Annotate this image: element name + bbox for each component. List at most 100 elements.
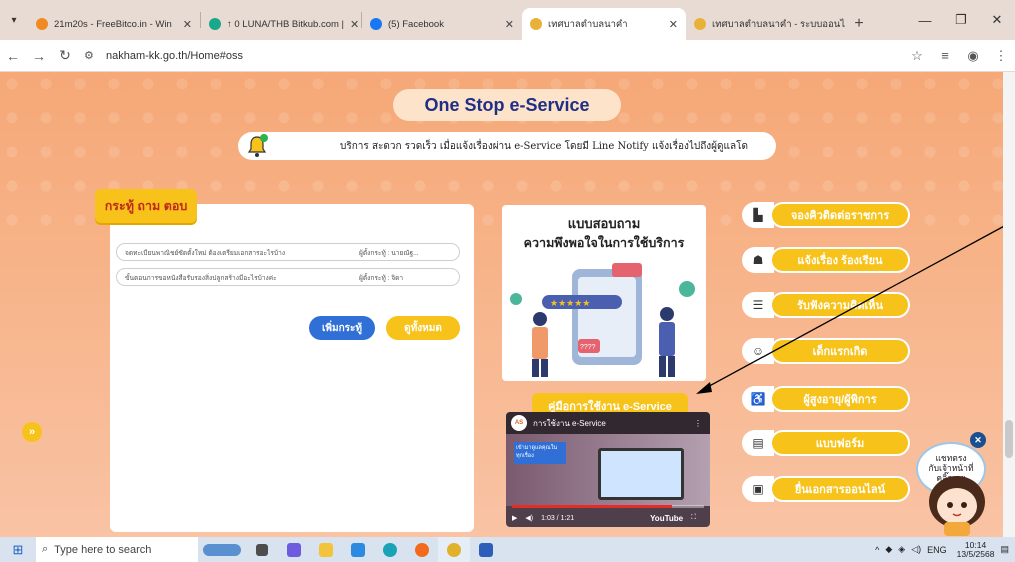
tab-search-menu-icon[interactable]: ▾: [0, 0, 28, 40]
qa-thread-row[interactable]: ขั้นตอนการขอหนังสือรับรองสิ่งปลูกสร้างมี…: [116, 268, 460, 286]
qa-question: จดทะเบียนพาณิชย์ซัดตั้งใหม่ ต้องเตรียมเอ…: [125, 249, 286, 257]
side-menu-arrow-icon[interactable]: »: [22, 422, 42, 442]
new-tab-button[interactable]: +: [846, 8, 872, 40]
service-label: แบบฟอร์ม: [770, 430, 910, 456]
browser-tab-bitkub[interactable]: ↑ 0 LUNA/THB Bitkub.com | ✕: [201, 8, 361, 40]
notice-text: บริการ สะดวก รวดเร็ว เมื่อแจ้งเรื่องผ่าน…: [340, 140, 748, 152]
tab-title: เทศบาลตำบลนาคำ: [548, 18, 628, 30]
chat-close-icon[interactable]: ✕: [970, 432, 986, 448]
copilot-icon[interactable]: [278, 537, 310, 562]
svg-text:★★★★★: ★★★★★: [550, 298, 590, 308]
play-icon[interactable]: ▶: [512, 514, 517, 522]
video-menu-icon[interactable]: ⋮: [694, 419, 702, 428]
qa-thread-row[interactable]: จดทะเบียนพาณิชย์ซัดตั้งใหม่ ต้องเตรียมเอ…: [116, 243, 460, 261]
bookmark-star-icon[interactable]: ☆: [903, 48, 931, 64]
close-tab-icon[interactable]: ✕: [845, 18, 846, 31]
video-progress-bar[interactable]: [512, 505, 704, 508]
add-thread-button[interactable]: เพิ่มกระทู้: [309, 316, 375, 340]
back-icon[interactable]: ←: [0, 48, 26, 64]
system-tray: ^ ◆ ◈ ◁) ENG 10:14 13/5/2568 ▤: [869, 540, 1015, 559]
fullscreen-icon[interactable]: ⛶: [691, 514, 696, 522]
minimize-icon[interactable]: —: [907, 13, 943, 28]
service-document-button[interactable]: ▣ ยื่นเอกสารออนไลน์: [742, 476, 910, 502]
nakham-favicon-icon: [694, 18, 706, 30]
close-tab-icon[interactable]: ✕: [499, 18, 514, 31]
browser-tab-nakham-online[interactable]: เทศบาลตำบลนาคำ - ระบบออนไ ✕: [686, 8, 846, 40]
tray-expand-icon[interactable]: ^: [875, 545, 879, 555]
survey-illustration: ★★★★★ ????: [510, 263, 695, 377]
people-app-icon[interactable]: [342, 537, 374, 562]
browser-menu-icon[interactable]: ⋮: [987, 48, 1015, 64]
word-icon[interactable]: [470, 537, 502, 562]
volume-icon[interactable]: ◀): [525, 514, 533, 522]
browser-tab-bar: ▾ 21m20s - FreeBitco.in - Win ✕ ↑ 0 LUNA…: [0, 0, 1015, 40]
close-window-icon[interactable]: ✕: [979, 12, 1015, 28]
facebook-favicon-icon: [370, 18, 382, 30]
satisfaction-survey-card[interactable]: แบบสอบถาม ความพึงพอใจในการใช้บริการ ★★★★…: [502, 205, 706, 381]
windows-start-icon[interactable]: ⊞: [0, 542, 36, 558]
browser-tab-facebook[interactable]: (5) Facebook ✕: [362, 8, 522, 40]
video-progress-fill: [512, 505, 672, 508]
close-tab-icon[interactable]: ✕: [177, 18, 192, 31]
tab-title: ↑ 0 LUNA/THB Bitkub.com |: [227, 18, 345, 30]
restore-icon[interactable]: ❐: [943, 12, 979, 28]
profile-icon[interactable]: ◉: [959, 48, 987, 64]
volume-tray-icon[interactable]: ◁): [911, 544, 921, 555]
taskbar-search-box[interactable]: ⌕ Type here to search: [36, 537, 198, 562]
notifications-icon[interactable]: ▤: [1000, 544, 1009, 555]
qa-heading: กระทู้ ถาม ตอบ: [95, 189, 197, 223]
browser-tab-freebitco[interactable]: 21m20s - FreeBitco.in - Win ✕: [28, 8, 200, 40]
close-tab-icon[interactable]: ✕: [344, 18, 359, 31]
forward-icon[interactable]: →: [26, 48, 52, 64]
video-time: 1:03 / 1:21: [541, 514, 575, 522]
edge-icon[interactable]: [374, 537, 406, 562]
qa-author: ผู้ตั้งกระทู้ : จิดา: [359, 274, 404, 282]
service-label: ยื่นเอกสารออนไลน์: [770, 476, 910, 502]
taskbar-clock[interactable]: 10:14 13/5/2568: [956, 540, 995, 559]
task-view-icon[interactable]: [246, 537, 278, 562]
site-info-icon[interactable]: ⚙: [84, 49, 106, 62]
notice-banner: บริการ สะดวก รวดเร็ว เมื่อแจ้งเรื่องผ่าน…: [238, 132, 776, 160]
language-indicator[interactable]: ENG: [927, 545, 947, 555]
file-explorer-icon[interactable]: [310, 537, 342, 562]
windows-taskbar: ⊞ ⌕ Type here to search ^ ◆ ◈ ◁) ENG 10:…: [0, 537, 1015, 562]
tray-app-icon[interactable]: ◆: [885, 544, 892, 555]
clock-date: 13/5/2568: [956, 548, 995, 559]
news-widget-icon[interactable]: [198, 537, 246, 562]
reload-icon[interactable]: ↻: [52, 47, 78, 64]
video-title: การใช้งาน e-Service: [533, 418, 606, 428]
window-controls: — ❐ ✕: [907, 0, 1015, 40]
network-icon[interactable]: ◈: [898, 544, 905, 555]
survey-title-line2: ความพึงพอใจในการใช้บริการ: [523, 236, 685, 250]
freebitco-favicon-icon: [36, 18, 48, 30]
url-text: nakham-kk.go.th/Home#oss: [106, 49, 243, 62]
qa-author: ผู้ตั้งกระทู้ : นายณัฐ...: [359, 249, 419, 257]
bell-icon: [247, 134, 268, 157]
page-title: One Stop e-Service: [393, 89, 621, 121]
tab-title: เทศบาลตำบลนาคำ - ระบบออนไ: [712, 18, 845, 30]
nakham-favicon-icon: [530, 18, 542, 30]
page-viewport: One Stop e-Service บริการ สะดวก รวดเร็ว …: [0, 72, 1015, 537]
firefox-icon[interactable]: [406, 537, 438, 562]
browser-tab-nakham-active[interactable]: เทศบาลตำบลนาคำ ✕: [522, 8, 686, 40]
video-controls: ▶ ◀) 1:03 / 1:21 YouTube ⛶: [506, 509, 710, 527]
extensions-icon[interactable]: ≡: [931, 48, 959, 63]
url-field[interactable]: ⚙ nakham-kk.go.th/Home#oss: [84, 44, 903, 68]
youtube-logo[interactable]: YouTube: [650, 514, 683, 523]
scrollbar-thumb[interactable]: [1005, 420, 1013, 458]
view-all-button[interactable]: ดูทั้งหมด: [386, 316, 460, 340]
video-card-text: เข้ามาดูแลคุณในทุกเรื่อง: [514, 442, 566, 464]
page-scrollbar[interactable]: [1003, 72, 1015, 537]
annotation-arrow: [696, 223, 1009, 394]
video-header: AS การใช้งาน e-Service ⋮: [506, 412, 710, 434]
search-icon: ⌕: [42, 543, 49, 555]
taskbar-search-placeholder: Type here to search: [54, 543, 152, 556]
chrome-icon[interactable]: [438, 537, 470, 562]
close-tab-icon[interactable]: ✕: [663, 18, 678, 31]
chat-mascot[interactable]: [922, 472, 992, 536]
service-form-button[interactable]: ▤ แบบฟอร์ม: [742, 430, 910, 456]
tab-title: (5) Facebook: [388, 18, 444, 30]
bitkub-favicon-icon: [209, 18, 221, 30]
video-player[interactable]: เข้ามาดูแลคุณในทุกเรื่อง AS การใช้งาน e-…: [506, 412, 710, 527]
survey-title-line1: แบบสอบถาม: [567, 216, 641, 231]
